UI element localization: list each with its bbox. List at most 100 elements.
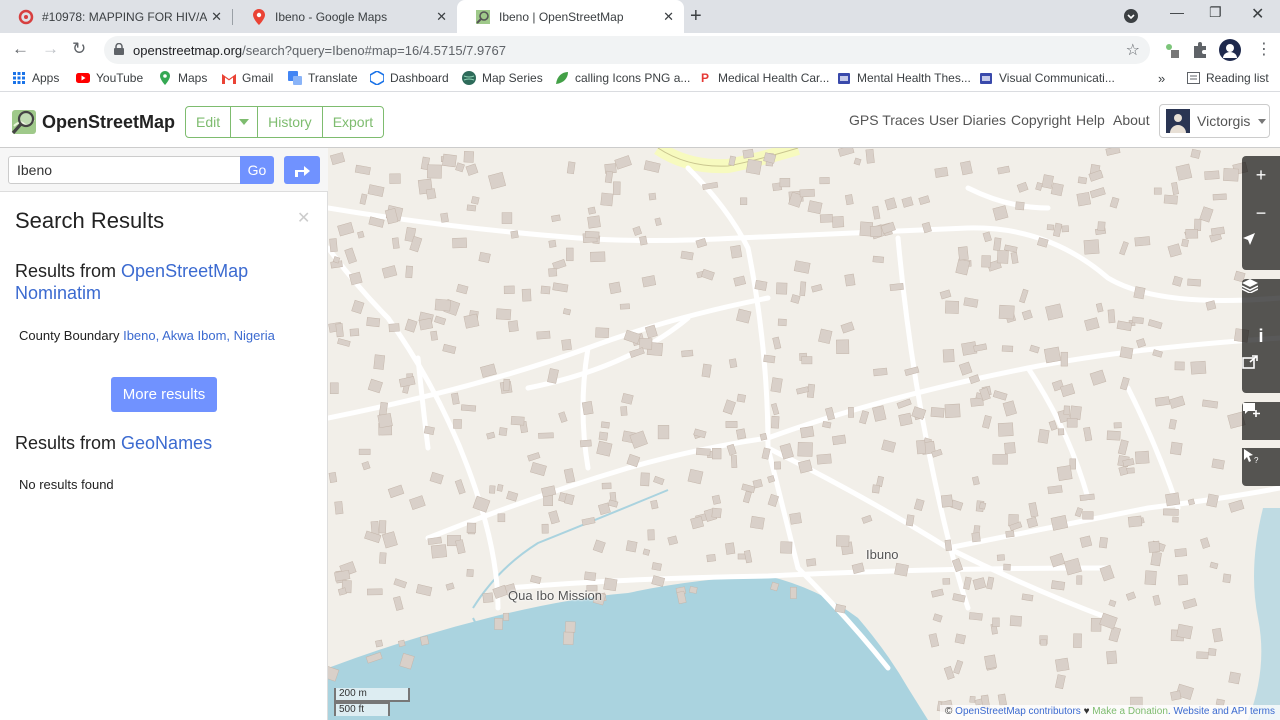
building [541,485,557,498]
building [695,447,711,456]
bookmark-map-series[interactable]: Map Series [462,71,543,85]
nav-gps-traces[interactable]: GPS Traces [849,112,924,128]
building [831,434,847,446]
go-button[interactable]: Go [240,156,274,184]
reload-icon[interactable]: ↻ [72,39,86,59]
query-features-button[interactable]: ? [1242,448,1280,486]
scale-bar: 200 m 500 ft [334,688,410,716]
edit-button-group: Edit History Export [185,106,385,138]
bookmark-apps[interactable]: Apps [12,71,59,85]
building [1107,309,1116,324]
building [1147,319,1163,330]
user-menu[interactable]: Victorgis [1159,104,1270,138]
close-icon[interactable]: ✕ [436,9,447,25]
locate-button[interactable] [1242,232,1280,270]
tab-hiv-mapping[interactable]: #10978: MAPPING FOR HIV/AID ✕ [0,0,232,33]
nav-help[interactable]: Help [1076,112,1105,128]
zoom-in-button[interactable]: + [1242,156,1280,194]
puzzle-icon[interactable] [1191,41,1209,59]
building [1125,591,1137,601]
map-key-button[interactable]: i [1242,317,1280,355]
close-icon[interactable]: ✕ [663,9,674,25]
map-canvas[interactable]: Ibuno Qua Ibo Mission 200 m 500 ft © Ope… [328,148,1280,720]
close-icon[interactable]: ✕ [211,9,222,25]
osm-logo[interactable]: OpenStreetMap [10,108,175,136]
result-link[interactable]: Ibeno, Akwa Ibom, Nigeria [123,328,275,343]
tab-google-maps[interactable]: Ibeno - Google Maps ✕ [233,0,457,33]
new-tab-icon[interactable]: + [690,5,702,28]
building [1205,300,1217,311]
building [379,552,387,564]
building [643,160,661,173]
building [581,401,594,416]
search-input[interactable] [8,156,241,184]
building [998,304,1015,320]
bookmark-maps[interactable]: Maps [158,71,207,85]
bookmark-translate[interactable]: Translate [288,71,358,85]
bookmark-star-icon[interactable]: ☆ [1126,40,1140,60]
building [844,194,854,206]
building [1048,420,1058,431]
layers-button[interactable] [1242,279,1280,317]
more-bookmarks-icon[interactable]: » [1158,71,1165,86]
building [774,461,782,470]
building [1209,561,1219,570]
building [434,315,447,326]
building [722,399,736,415]
back-arrow-icon[interactable]: ← [12,39,29,59]
bookmark-mental-health[interactable]: Mental Health Thes... [837,71,971,85]
more-results-button[interactable]: More results [111,377,217,412]
add-note-button[interactable] [1242,402,1280,440]
nav-about[interactable]: About [1113,112,1150,128]
bookmark-calling-icons[interactable]: calling Icons PNG a... [555,71,690,85]
building [453,419,462,429]
building [562,631,574,646]
zoom-out-button[interactable]: − [1242,194,1280,232]
maximize-icon[interactable]: ❐ [1209,4,1222,21]
tab-openstreetmap[interactable]: Ibeno | OpenStreetMap ✕ [457,0,684,33]
building [1054,674,1066,690]
minimize-icon[interactable]: — [1170,4,1184,20]
export-button[interactable]: Export [323,107,383,137]
building [928,633,940,648]
address-bar[interactable]: openstreetmap.org/search?query=Ibeno#map… [104,36,1150,64]
forward-arrow-icon[interactable]: → [42,39,59,59]
extension-icon[interactable] [1163,41,1181,59]
browser-menu-icon[interactable]: ⋮ [1256,39,1272,59]
building [470,195,480,205]
building [1097,221,1106,231]
bookmark-youtube[interactable]: YouTube [76,71,143,85]
terms-link[interactable]: . Website and API terms [1168,706,1275,717]
building [996,250,1009,264]
bookmark-page-icon [979,71,993,85]
building [1206,493,1219,508]
donate-link[interactable]: Make a Donation [1092,706,1168,717]
building [1083,239,1100,255]
tab-search-icon[interactable] [1123,8,1139,27]
building [344,247,357,265]
nav-user-diaries[interactable]: User Diaries [929,112,1006,128]
building [466,522,477,534]
history-button[interactable]: History [258,107,323,137]
building [1175,163,1193,181]
bookmark-medical-health[interactable]: P Medical Health Car... [698,71,829,85]
geonames-link[interactable]: GeoNames [121,433,212,453]
profile-avatar[interactable] [1219,39,1241,61]
edit-button[interactable]: Edit [186,107,232,137]
building [601,482,612,490]
bookmark-gmail[interactable]: Gmail [222,71,273,85]
bookmark-label: Visual Communicati... [999,71,1115,85]
directions-button[interactable] [284,156,320,184]
bookmark-dashboard[interactable]: Dashboard [370,71,449,85]
window-close-icon[interactable]: ✕ [1251,4,1264,24]
edit-dropdown-button[interactable] [231,107,259,137]
nav-copyright[interactable]: Copyright [1011,112,1071,128]
reading-list[interactable]: Reading list [1186,71,1269,85]
building [730,245,743,259]
attribution-link[interactable]: OpenStreetMap contributors [955,706,1081,717]
building [501,212,513,224]
share-button[interactable] [1242,355,1280,393]
building [1046,224,1055,231]
bookmark-visual-communication[interactable]: Visual Communicati... [979,71,1115,85]
close-icon[interactable]: ✕ [297,208,310,228]
